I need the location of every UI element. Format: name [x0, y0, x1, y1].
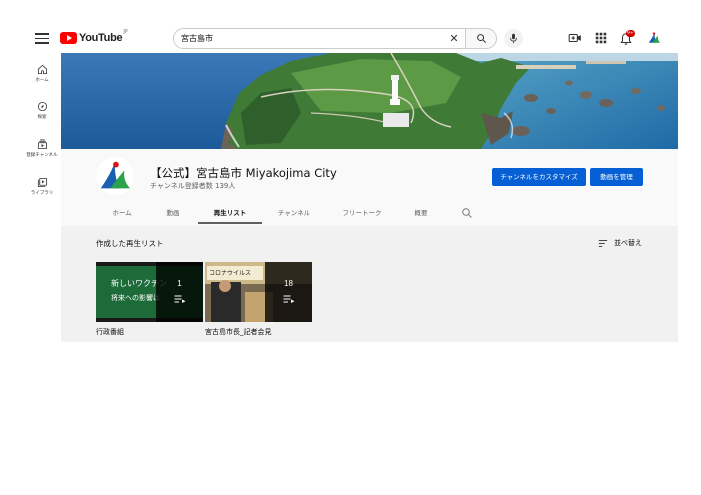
- thumbnail-text: 将来への影響は: [111, 294, 160, 302]
- logo-text: YouTube: [79, 32, 123, 44]
- create-video-icon[interactable]: [568, 31, 582, 45]
- sidebar-item-label: 登録チャンネル: [26, 153, 58, 158]
- youtube-play-icon: [60, 32, 77, 44]
- tab-channels[interactable]: チャンネル: [266, 204, 322, 224]
- search-input[interactable]: 宮古島市 ✕: [173, 28, 466, 49]
- home-icon: [37, 64, 47, 75]
- playlist-count-overlay: 18: [265, 262, 312, 322]
- tab-playlists[interactable]: 再生リスト: [198, 204, 262, 224]
- banner-coast-image: [61, 53, 678, 149]
- apps-grid-icon[interactable]: [594, 31, 608, 45]
- subscriptions-icon: [37, 139, 47, 150]
- tab-free-talk[interactable]: フリートーク: [330, 204, 394, 224]
- playlist-video-count: 1: [177, 279, 182, 288]
- top-bar: YouTube JP 宮古島市 ✕ 9+: [0, 0, 701, 56]
- subscriber-count: チャンネル登録者数 139人: [150, 182, 236, 190]
- channel-title: 【公式】宮古島市 Miyakojima City: [150, 166, 337, 180]
- miyakojima-emblem-icon: [648, 32, 660, 43]
- mic-icon: [510, 33, 517, 44]
- sidebar-item-home[interactable]: ホーム: [20, 64, 64, 94]
- sidebar-item-library[interactable]: ライブラリ: [20, 177, 64, 207]
- library-icon: [37, 177, 47, 188]
- youtube-logo[interactable]: YouTube JP: [60, 29, 128, 46]
- notification-badge: 9+: [626, 30, 635, 37]
- logo-region: JP: [123, 29, 128, 35]
- sort-label: 並べ替え: [614, 239, 642, 247]
- voice-search-button[interactable]: [504, 29, 523, 48]
- channel-search-icon[interactable]: [461, 207, 473, 219]
- notifications-button[interactable]: 9+: [619, 30, 635, 47]
- tab-about[interactable]: 概要: [400, 204, 442, 224]
- thumbnail-text: コロナウイルス: [209, 270, 252, 277]
- customize-channel-button[interactable]: チャンネルをカスタマイズ: [492, 168, 586, 186]
- sidebar-item-explore[interactable]: 探索: [20, 101, 64, 131]
- sidebar-item-label: 探索: [37, 115, 47, 120]
- sidebar-item-label: ホーム: [35, 78, 49, 83]
- explore-icon: [37, 101, 47, 112]
- section-title: 作成した再生リスト: [96, 239, 164, 248]
- channel-banner: [61, 53, 678, 149]
- playlist-title[interactable]: 行政番組: [96, 327, 124, 337]
- miyakojima-emblem-icon: [100, 161, 131, 189]
- search-icon: [477, 34, 486, 43]
- search-button[interactable]: [465, 28, 497, 49]
- playlist-icon: [283, 295, 294, 303]
- playlist-thumbnail[interactable]: 新しいワクチン 将来への影響は 1: [96, 262, 203, 322]
- hamburger-menu-icon[interactable]: [35, 30, 49, 46]
- clear-search-icon[interactable]: ✕: [448, 33, 460, 45]
- account-avatar[interactable]: [646, 30, 662, 46]
- playlist-count-overlay: 1: [156, 262, 203, 322]
- manage-videos-button[interactable]: 動画を管理: [590, 168, 643, 186]
- playlist-icon: [174, 295, 185, 303]
- sort-button[interactable]: 並べ替え: [598, 237, 642, 249]
- sidebar-item-label: ライブラリ: [30, 191, 54, 196]
- tab-home[interactable]: ホーム: [96, 204, 148, 224]
- sort-icon: [598, 239, 608, 247]
- sidebar-item-subscriptions[interactable]: 登録チャンネル: [20, 139, 64, 169]
- playlist-video-count: 18: [284, 279, 293, 288]
- playlist-thumbnail[interactable]: コロナウイルス 18: [205, 262, 312, 322]
- playlist-title[interactable]: 宮古島市長_記者会見: [205, 327, 272, 337]
- channel-avatar[interactable]: [96, 157, 134, 195]
- tab-videos[interactable]: 動画: [148, 204, 198, 224]
- search-value: 宮古島市: [181, 34, 213, 43]
